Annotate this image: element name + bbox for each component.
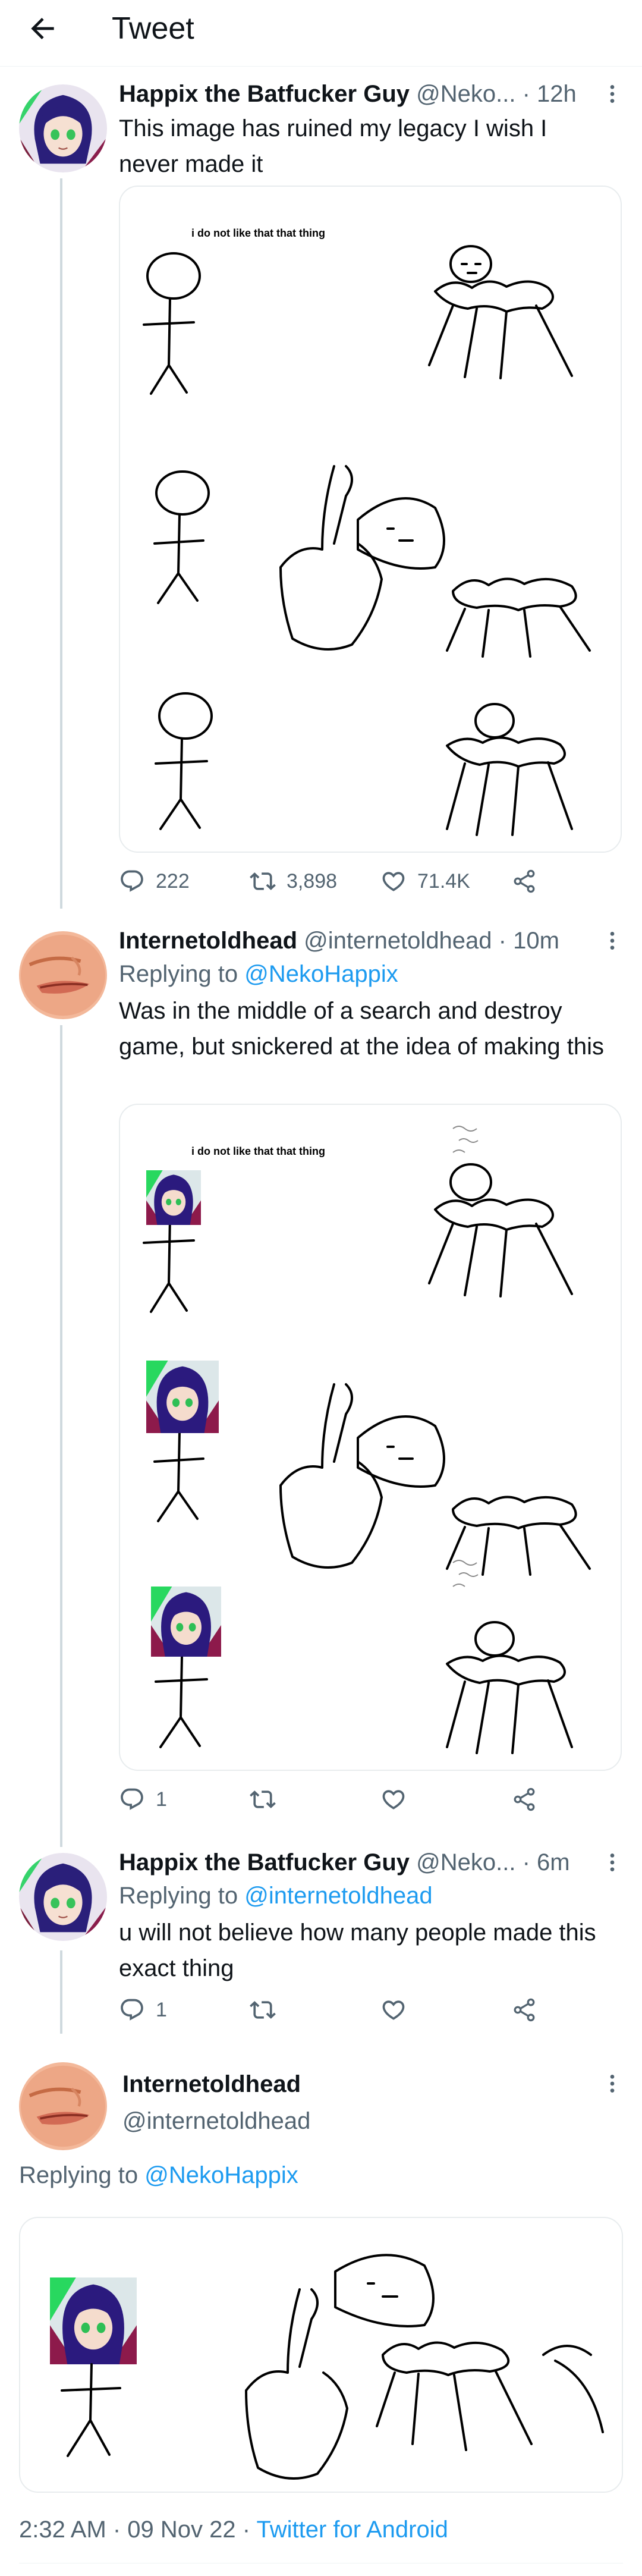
reply-count: 1	[156, 1788, 167, 1811]
reply-button[interactable]: 222	[119, 863, 190, 899]
replying-to: Replying to @NekoHappix	[19, 2160, 298, 2191]
replying-to: Replying to @internetoldhead	[119, 1880, 433, 1911]
avatar-image	[19, 84, 107, 172]
share-icon	[511, 1997, 537, 2023]
author-name[interactable]: Internetoldhead	[119, 928, 297, 954]
like-icon	[380, 868, 407, 894]
reply-icon	[119, 868, 145, 894]
avatar[interactable]	[19, 2062, 107, 2150]
tweet-actions: 1	[119, 1992, 618, 2028]
replying-to-label: Replying to	[19, 2162, 145, 2188]
page-title: Tweet	[112, 11, 194, 46]
replying-to-handle[interactable]: @NekoHappix	[244, 961, 398, 987]
more-icon	[600, 929, 624, 953]
tweet-header: Internetoldhead @internetoldhead · 10m	[119, 925, 594, 956]
more-button[interactable]	[600, 1851, 624, 1874]
more-button[interactable]	[600, 2072, 624, 2096]
retweet-button[interactable]	[250, 1782, 287, 1817]
author-handle[interactable]: @Neko...	[416, 1849, 515, 1876]
replying-to: Replying to @NekoHappix	[119, 959, 398, 989]
like-button[interactable]	[380, 1992, 417, 2028]
like-icon	[380, 1997, 407, 2023]
reply-button[interactable]: 1	[119, 1782, 167, 1817]
timestamp-text: 2:32 AM · 09 Nov 22 ·	[19, 2517, 257, 2543]
meme-caption: i do not like that that thing	[191, 227, 325, 239]
reply-button[interactable]: 1	[119, 1992, 167, 2028]
reply-count: 222	[156, 869, 190, 893]
replying-to-handle[interactable]: @NekoHappix	[144, 2162, 298, 2188]
tweet-media[interactable]: i do not like that that thing	[119, 1104, 622, 1771]
tweet-time[interactable]: 12h	[537, 81, 577, 107]
author-name[interactable]: Happix the Batfucker Guy	[119, 81, 410, 107]
separator: ·	[492, 928, 514, 954]
meme-image-crop	[20, 2254, 604, 2480]
avatar[interactable]	[19, 1853, 107, 1941]
more-button[interactable]	[600, 929, 624, 953]
tweet-media[interactable]: i do not like that that thing	[119, 186, 622, 853]
reply-icon	[119, 1786, 145, 1812]
avatar-image	[19, 931, 107, 1019]
meme-caption: i do not like that that thing	[191, 1145, 325, 1157]
tweet-text: u will not believe how many people made …	[119, 1920, 596, 1981]
tweet-text: This image has ruined my legacy I wish I…	[119, 115, 547, 177]
main-author-name[interactable]: Internetoldhead	[122, 2068, 301, 2100]
back-arrow-icon	[31, 18, 54, 39]
thread-connector	[60, 1025, 62, 1847]
author-handle[interactable]: @Neko...	[416, 81, 515, 107]
like-count: 71.4K	[417, 869, 470, 893]
more-icon	[600, 2072, 624, 2096]
retweet-button[interactable]: 3,898	[250, 863, 337, 899]
tweet-source[interactable]: Twitter for Android	[256, 2517, 448, 2543]
reply-icon	[119, 1997, 145, 2023]
author-name[interactable]: Internetoldhead	[122, 2071, 301, 2097]
retweet-button[interactable]	[250, 1992, 287, 2028]
divider	[19, 2563, 623, 2564]
retweet-icon	[250, 868, 276, 894]
like-button[interactable]	[380, 1782, 417, 1817]
author-handle[interactable]: @internetoldhead	[304, 928, 492, 954]
tweet-text: Was in the middle of a search and destro…	[119, 998, 605, 1060]
tweet-actions: 222 3,898 71.4K	[119, 863, 618, 899]
like-icon	[380, 1786, 407, 1812]
tweet-time[interactable]: 10m	[513, 928, 559, 954]
share-icon	[511, 868, 537, 894]
replying-to-handle[interactable]: @internetoldhead	[244, 1883, 432, 1909]
replying-to-label: Replying to	[119, 1883, 245, 1909]
author-handle[interactable]: @internetoldhead	[122, 2108, 310, 2134]
share-button[interactable]	[511, 1992, 548, 2028]
tweet-timestamp: 2:32 AM · 09 Nov 22 · Twitter for Androi…	[19, 2513, 448, 2546]
meme-image-edited: i do not like that that thing	[143, 1126, 591, 1754]
share-button[interactable]	[511, 863, 548, 899]
tweet-header: Happix the Batfucker Guy @Neko... · 6m	[119, 1847, 594, 1878]
avatar-image	[19, 1853, 107, 1941]
reply-count: 1	[156, 1998, 167, 2021]
separator: ·	[515, 1849, 537, 1876]
share-icon	[511, 1786, 537, 1812]
avatar[interactable]	[19, 931, 107, 1019]
more-icon	[600, 82, 624, 106]
top-bar: Tweet	[0, 0, 642, 67]
share-button[interactable]	[511, 1782, 548, 1817]
replying-to-label: Replying to	[119, 961, 245, 987]
thread-connector	[60, 1950, 62, 2034]
author-name[interactable]: Happix the Batfucker Guy	[119, 1849, 410, 1876]
tweet-media[interactable]	[19, 2217, 623, 2493]
more-icon	[600, 1851, 624, 1874]
tweet-time[interactable]: 6m	[537, 1849, 570, 1876]
back-button[interactable]	[24, 10, 62, 48]
retweet-icon	[250, 1997, 276, 2023]
avatar[interactable]	[19, 84, 107, 172]
separator: ·	[515, 81, 537, 107]
meme-image: i do not like that that thing	[143, 227, 591, 836]
avatar-image	[19, 2062, 107, 2150]
tweet-header: Happix the Batfucker Guy @Neko... · 12h	[119, 78, 594, 109]
main-author-handle[interactable]: @internetoldhead	[122, 2105, 310, 2137]
more-button[interactable]	[600, 82, 624, 106]
retweet-count: 3,898	[287, 869, 338, 893]
tweet-actions: 1	[119, 1782, 618, 1817]
thread-connector	[60, 178, 62, 909]
like-button[interactable]: 71.4K	[380, 863, 470, 899]
retweet-icon	[250, 1786, 276, 1812]
